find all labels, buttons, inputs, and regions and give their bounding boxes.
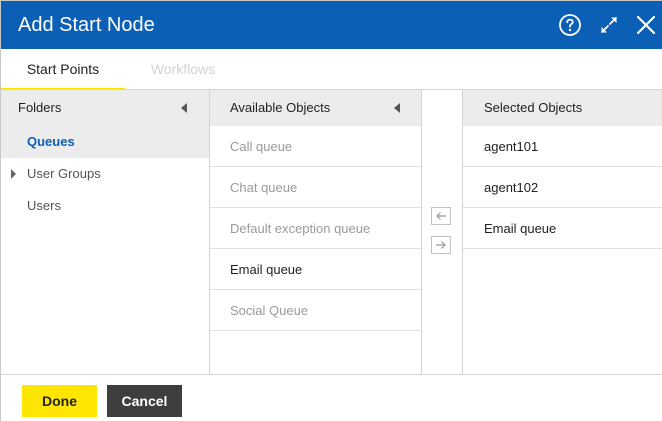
list-item[interactable]: Email queue: [463, 208, 662, 249]
available-objects-header: Available Objects: [210, 90, 421, 126]
arrow-left-icon: [436, 212, 446, 220]
collapse-left-icon[interactable]: [394, 103, 400, 113]
help-circle-icon[interactable]: [558, 13, 582, 37]
folder-item-users[interactable]: Users: [1, 190, 209, 222]
transfer-controls: [422, 90, 463, 374]
list-item[interactable]: agent102: [463, 167, 662, 208]
folders-header: Folders: [1, 90, 209, 126]
selected-objects-panel: Selected Objects agent101 agent102 Email…: [463, 90, 662, 374]
list-item[interactable]: agent101: [463, 126, 662, 167]
list-item[interactable]: Email queue: [210, 249, 421, 290]
list-item[interactable]: Chat queue: [210, 167, 421, 208]
tab-start-points[interactable]: Start Points: [1, 49, 125, 91]
remove-selected-button[interactable]: [431, 207, 451, 225]
folder-item-queues[interactable]: Queues: [1, 126, 209, 158]
folder-item-user-groups[interactable]: User Groups: [1, 158, 209, 190]
done-button[interactable]: Done: [22, 385, 97, 417]
list-item[interactable]: Default exception queue: [210, 208, 421, 249]
list-item[interactable]: Social Queue: [210, 290, 421, 331]
list-item[interactable]: Call queue: [210, 126, 421, 167]
dialog-footer: Done Cancel: [1, 374, 662, 421]
expand-caret-icon[interactable]: [11, 169, 16, 179]
folder-item-label: User Groups: [27, 166, 101, 181]
add-selected-button[interactable]: [431, 236, 451, 254]
add-start-node-dialog: Add Start Node Start Points Workflows Fo…: [0, 0, 662, 421]
folders-panel: Folders Queues User Groups Users: [1, 90, 210, 374]
selected-objects-header: Selected Objects: [463, 90, 662, 126]
tab-bar: Start Points Workflows: [1, 49, 662, 91]
collapse-left-icon[interactable]: [181, 103, 187, 113]
expand-arrows-icon[interactable]: [597, 13, 621, 37]
folders-header-label: Folders: [18, 100, 62, 115]
arrow-right-icon: [436, 241, 446, 249]
tab-workflows[interactable]: Workflows: [125, 49, 241, 90]
available-objects-header-label: Available Objects: [230, 100, 331, 115]
dialog-titlebar: Add Start Node: [1, 1, 662, 49]
cancel-button[interactable]: Cancel: [107, 385, 182, 417]
close-icon[interactable]: [634, 13, 658, 37]
dialog-title: Add Start Node: [18, 14, 155, 36]
available-objects-panel: Available Objects Call queue Chat queue …: [210, 90, 422, 374]
